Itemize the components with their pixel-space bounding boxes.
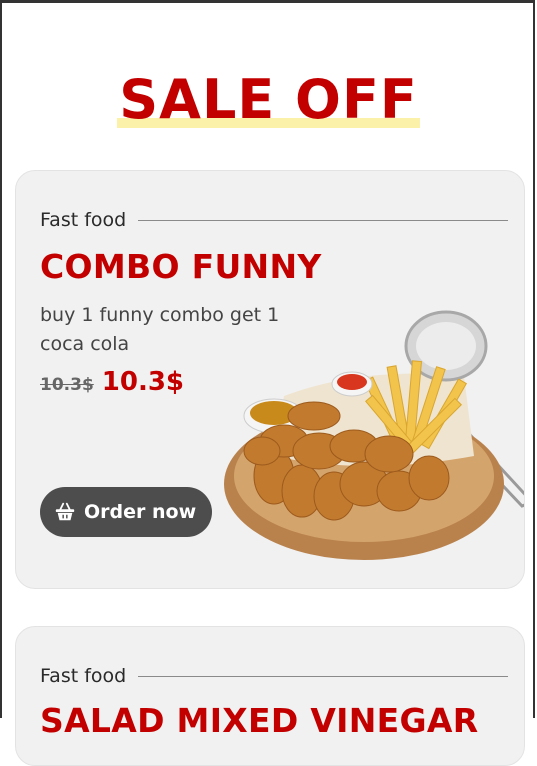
- order-now-button[interactable]: Order now: [40, 487, 213, 537]
- order-now-label: Order now: [84, 501, 197, 523]
- new-price: 10.3$: [101, 367, 185, 397]
- category-divider: [138, 219, 508, 221]
- section-heading: SALE OFF: [0, 68, 537, 132]
- category-label: Fast food: [40, 209, 127, 231]
- product-name: COMBO FUNNY: [40, 247, 322, 286]
- product-name: SALAD MIXED VINEGAR: [40, 701, 479, 740]
- product-card[interactable]: Fast food COMBO FUNNY buy 1 funny combo …: [15, 170, 525, 589]
- category-divider: [138, 675, 508, 677]
- category-label: Fast food: [40, 665, 127, 687]
- ketchup: [337, 374, 367, 390]
- basket-icon: [55, 502, 75, 521]
- product-card[interactable]: Fast food SALAD MIXED VINEGAR: [15, 626, 525, 766]
- strainer-mesh: [416, 322, 476, 370]
- price-row: 10.3$ 10.3$: [40, 367, 184, 397]
- title-wrap: SALE OFF: [117, 68, 420, 132]
- category-row: Fast food: [40, 209, 508, 231]
- food-image: [224, 310, 524, 560]
- category-row: Fast food: [40, 665, 508, 687]
- old-price: 10.3$: [40, 375, 94, 395]
- section-title: SALE OFF: [119, 68, 418, 131]
